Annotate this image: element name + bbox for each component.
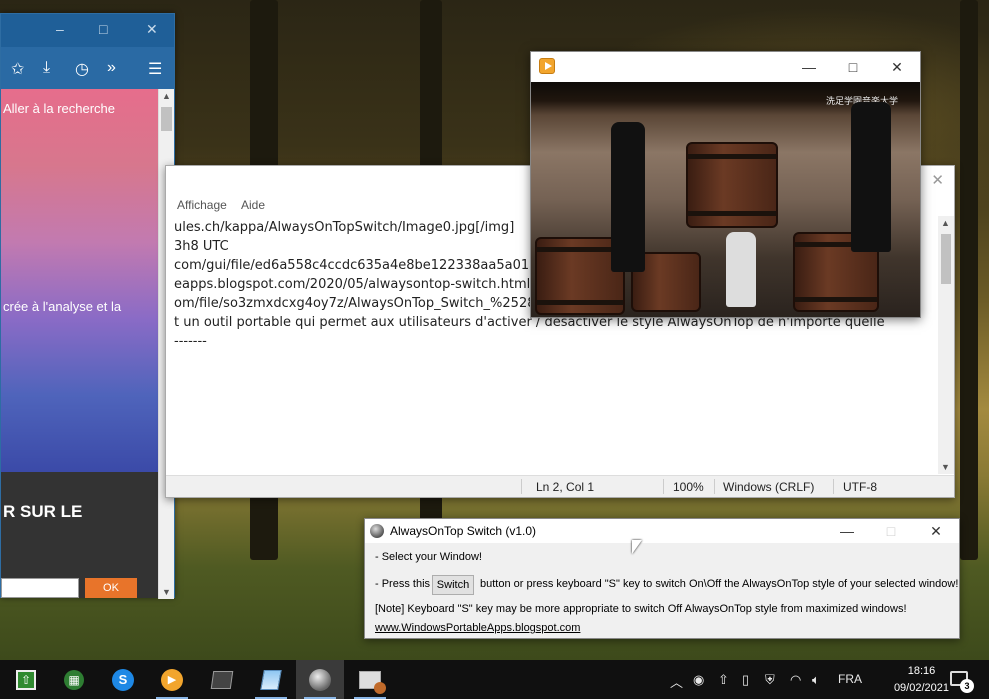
usb-icon[interactable]: ▯ bbox=[742, 672, 749, 688]
browser-toolbar: ✩ ⤓ ◷ » ☰ bbox=[1, 47, 174, 89]
instruction-press-prefix: - Press this bbox=[375, 578, 431, 590]
page-text: crée à l'analyse et la bbox=[3, 299, 122, 314]
language-indicator[interactable]: FRA bbox=[838, 672, 862, 686]
instruction-press-suffix: button or press keyboard "S" key to swit… bbox=[480, 578, 959, 590]
video-frame[interactable]: 洗足学園音楽大学 bbox=[531, 82, 920, 317]
status-divider bbox=[521, 479, 522, 494]
drummer-figure bbox=[611, 122, 645, 272]
tray-app-icon[interactable]: ◉ bbox=[693, 672, 704, 688]
clock-date: 09/02/2021 bbox=[893, 682, 949, 694]
cta-heading: R SUR LE bbox=[3, 502, 83, 521]
instruction-select-window: - Select your Window! bbox=[375, 551, 482, 563]
video-player-window: — □ ✕ 洗足学園音楽大学 bbox=[530, 51, 921, 318]
scroll-thumb[interactable] bbox=[161, 107, 172, 131]
ok-button[interactable]: OK bbox=[85, 578, 137, 598]
switch-app-icon bbox=[309, 668, 331, 691]
notification-center-icon[interactable]: 3 bbox=[950, 671, 974, 693]
taskbar-app-upload[interactable]: ⇧ bbox=[2, 660, 50, 699]
notepad-icon bbox=[260, 669, 282, 690]
network-icon: ▦ bbox=[64, 669, 84, 690]
status-bar: Ln 2, Col 1 100% Windows (CRLF) UTF-8 bbox=[166, 475, 954, 497]
minimize-button[interactable]: – bbox=[56, 21, 64, 37]
menu-icon[interactable]: ☰ bbox=[148, 59, 162, 79]
taskbar-app-s[interactable]: S bbox=[99, 660, 147, 699]
status-divider bbox=[663, 479, 664, 494]
drummer-figure bbox=[726, 232, 756, 307]
history-icon[interactable]: ◷ bbox=[75, 59, 89, 79]
more-tools-icon[interactable]: » bbox=[107, 59, 116, 77]
taiko-drum bbox=[686, 142, 778, 228]
scroll-thumb[interactable] bbox=[941, 234, 951, 284]
close-button[interactable]: ✕ bbox=[931, 171, 944, 189]
video-badge-icon bbox=[374, 681, 386, 694]
search-link[interactable]: Aller à la recherche bbox=[3, 101, 115, 116]
close-button[interactable]: ✕ bbox=[874, 52, 920, 82]
tree-trunk bbox=[960, 0, 978, 560]
scroll-down-arrow[interactable]: ▼ bbox=[162, 587, 171, 597]
cta-banner: R SUR LE OK bbox=[1, 472, 159, 598]
taskbar: ⇧ ▦ S ▶ ︿ ◉ ⇧ ▯ ⛨ ◠ 🔈︎ FRA 18:16 09/02/2… bbox=[0, 660, 989, 699]
vertical-scrollbar[interactable]: ▲ ▼ bbox=[938, 216, 954, 474]
wifi-icon[interactable]: ◠ bbox=[790, 672, 801, 688]
scroll-up-arrow[interactable]: ▲ bbox=[162, 91, 171, 101]
upload-icon: ⇧ bbox=[16, 669, 36, 690]
close-button[interactable]: ✕ bbox=[913, 519, 959, 543]
taskbar-app-explorer[interactable] bbox=[346, 660, 394, 699]
text-line: ------- bbox=[174, 334, 207, 349]
menu-item-aide[interactable]: Aide bbox=[241, 198, 265, 212]
minimize-button[interactable]: — bbox=[824, 519, 870, 543]
video-titlebar: — □ ✕ bbox=[531, 52, 920, 82]
status-zoom: 100% bbox=[673, 480, 704, 494]
status-eol: Windows (CRLF) bbox=[723, 480, 815, 494]
play-icon bbox=[545, 62, 552, 70]
app-title: AlwaysOnTop Switch (v1.0) bbox=[390, 524, 537, 538]
favorites-icon[interactable]: ✩ bbox=[11, 59, 24, 79]
scroll-down-arrow[interactable]: ▼ bbox=[941, 462, 950, 472]
status-encoding: UTF-8 bbox=[843, 480, 877, 494]
shield-icon[interactable]: ⛨ bbox=[765, 672, 775, 688]
status-divider bbox=[833, 479, 834, 494]
app-note: [Note] Keyboard "S" key may be more appr… bbox=[375, 603, 907, 615]
chevron-up-icon[interactable]: ︿ bbox=[670, 672, 683, 691]
clock-time: 18:16 bbox=[907, 665, 936, 677]
volume-icon[interactable]: 🔈︎ bbox=[812, 672, 820, 688]
app-icon bbox=[370, 524, 384, 538]
page-content: Aller à la recherche crée à l'analyse et… bbox=[1, 89, 159, 472]
status-position: Ln 2, Col 1 bbox=[536, 480, 595, 494]
maximize-button[interactable]: □ bbox=[99, 21, 107, 37]
app-titlebar: AlwaysOnTop Switch (v1.0) — □ ✕ bbox=[365, 519, 959, 543]
website-link[interactable]: www.WindowsPortableApps.blogspot.com bbox=[375, 622, 580, 634]
clock[interactable]: 18:16 09/02/2021 bbox=[894, 663, 949, 697]
taskbar-app-sticky[interactable] bbox=[198, 660, 246, 699]
email-input[interactable] bbox=[1, 578, 79, 598]
status-divider bbox=[714, 479, 715, 494]
maximize-button[interactable]: □ bbox=[830, 52, 876, 82]
drummer-figure bbox=[851, 102, 891, 252]
taskbar-app-video-player[interactable]: ▶ bbox=[148, 660, 196, 699]
mouse-cursor-icon bbox=[632, 540, 642, 554]
alwaysontop-switch-window: AlwaysOnTop Switch (v1.0) — □ ✕ - Select… bbox=[364, 518, 960, 639]
window-icon bbox=[359, 670, 386, 694]
notification-count-badge: 3 bbox=[960, 679, 974, 693]
browser-titlebar: – □ ✕ bbox=[1, 14, 174, 47]
scroll-up-arrow[interactable]: ▲ bbox=[941, 218, 950, 228]
download-icon[interactable]: ⤓ bbox=[43, 59, 50, 77]
tray-upload-icon[interactable]: ⇧ bbox=[718, 672, 729, 688]
browser-window: – □ ✕ ✩ ⤓ ◷ » ☰ Aller à la recherche cré… bbox=[0, 13, 175, 599]
notes-icon bbox=[210, 670, 234, 689]
minimize-button[interactable]: — bbox=[786, 52, 832, 82]
menu-item-affichage[interactable]: Affichage bbox=[177, 198, 227, 212]
s-logo-icon: S bbox=[112, 668, 134, 691]
player-icon: ▶ bbox=[161, 668, 183, 691]
taskbar-app-notepad[interactable] bbox=[247, 660, 295, 699]
switch-button[interactable]: Switch bbox=[432, 575, 474, 595]
player-app-icon bbox=[539, 58, 555, 74]
close-button[interactable]: ✕ bbox=[146, 21, 158, 38]
maximize-button: □ bbox=[886, 523, 896, 539]
taskbar-app-alwaysontop[interactable] bbox=[296, 660, 344, 699]
taskbar-app-network[interactable]: ▦ bbox=[50, 660, 98, 699]
